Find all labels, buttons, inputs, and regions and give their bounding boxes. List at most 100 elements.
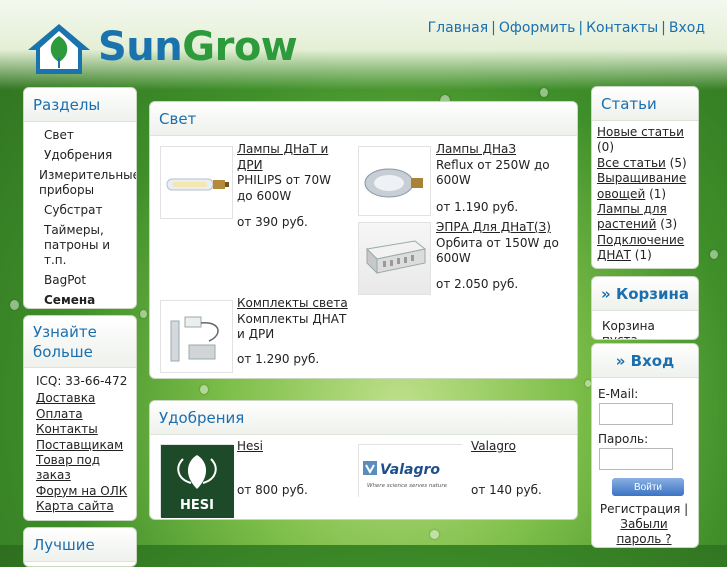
section-link-timers[interactable]: Таймеры, патроны и т.п. bbox=[24, 221, 136, 271]
password-field[interactable] bbox=[599, 448, 673, 470]
product-hesi: Hesi bbox=[237, 439, 263, 455]
email-field[interactable] bbox=[599, 403, 673, 425]
product-desc: Комплекты ДНАТ и ДРИ bbox=[237, 311, 347, 342]
cart-empty-text: Корзина пуста. bbox=[602, 319, 655, 340]
article-link-all[interactable]: Все статьи bbox=[597, 156, 666, 170]
product-name-link[interactable]: ЭПРА Для ДНаТ(З) bbox=[436, 220, 566, 236]
forgot-password-link[interactable]: Забыли пароль ? bbox=[616, 517, 671, 546]
sections-list: Свет Удобрения Измерительные приборы Суб… bbox=[24, 122, 136, 308]
article-link-new[interactable]: Новые статьи bbox=[597, 125, 684, 139]
product-thumb-hesi[interactable]: HESI bbox=[160, 444, 234, 518]
info-link-delivery[interactable]: Доставка bbox=[36, 391, 136, 406]
product-hps-lamp: Лампы ДНаТ и ДРИ PHILIPS от 70W до 600W bbox=[237, 142, 347, 204]
article-item: Новые статьи (0) bbox=[597, 125, 698, 156]
nav-login-link[interactable]: Вход bbox=[669, 20, 705, 36]
product-name-link[interactable]: Valagro bbox=[471, 439, 516, 455]
login-button[interactable]: Войти bbox=[612, 478, 684, 496]
learn-more-title: Узнайте больше bbox=[24, 316, 136, 368]
info-link-payment[interactable]: Оплата bbox=[36, 407, 136, 422]
info-link-forum[interactable]: Форум на ОЛК bbox=[36, 484, 136, 499]
cart-panel: » Корзина Корзина пуста. bbox=[591, 276, 699, 340]
lamp-reflector-icon bbox=[364, 168, 423, 198]
info-link-custom-order[interactable]: Товар под заказ bbox=[36, 453, 136, 484]
valagro-logo-icon: Valagro Where science serves nature bbox=[359, 445, 463, 498]
nav-home-link[interactable]: Главная bbox=[428, 20, 488, 36]
product-thumb-light-kit[interactable] bbox=[160, 300, 233, 373]
article-count: (1) bbox=[649, 186, 667, 201]
section-link-fertilizers[interactable]: Удобрения bbox=[24, 146, 136, 166]
nav-checkout-link[interactable]: Оформить bbox=[499, 20, 576, 36]
icq-number: ICQ: 33-66-472 bbox=[36, 374, 128, 388]
product-name-link[interactable]: Hesi bbox=[237, 439, 263, 455]
water-drop bbox=[430, 530, 439, 539]
section-link-meters[interactable]: Измерительные приборы bbox=[24, 166, 136, 201]
info-link-sitemap[interactable]: Карта сайта bbox=[36, 499, 136, 514]
article-item: Лампы для растений (3) bbox=[597, 202, 698, 233]
logo-house-leaf-icon bbox=[28, 24, 90, 74]
login-links-separator: | bbox=[684, 502, 689, 516]
email-label: E-Mail: bbox=[598, 387, 639, 401]
info-link-suppliers[interactable]: Поставщикам bbox=[36, 438, 136, 453]
hesi-logo-icon: HESI bbox=[161, 445, 234, 518]
nav-separator: | bbox=[491, 20, 496, 36]
product-desc: Reflux от 250W до 600W bbox=[436, 157, 550, 188]
product-price: от 390 руб. bbox=[237, 215, 308, 229]
section-link-bagpot[interactable]: BagPot bbox=[24, 271, 136, 291]
valagro-tagline: Where science serves nature bbox=[367, 483, 448, 489]
product-price: от 800 руб. bbox=[237, 483, 308, 497]
product-thumb-reflux-lamp[interactable] bbox=[358, 146, 431, 216]
product-name-link[interactable]: Лампы ДНаЗ bbox=[436, 142, 556, 158]
password-label: Пароль: bbox=[598, 432, 649, 446]
article-link-plant-lamps[interactable]: Лампы для растений bbox=[597, 202, 667, 231]
nav-separator: | bbox=[578, 20, 584, 36]
info-links-list: ICQ: 33-66-472 Доставка Оплата Контакты … bbox=[24, 368, 136, 515]
article-count: (3) bbox=[660, 217, 678, 232]
cart-title[interactable]: » Корзина bbox=[592, 277, 698, 311]
login-title[interactable]: » Вход bbox=[592, 344, 698, 378]
login-form: E-Mail: Пароль: Войти Регистрация | Забы… bbox=[592, 378, 698, 547]
register-link[interactable]: Регистрация bbox=[600, 502, 680, 516]
product-desc: PHILIPS от 70W до 600W bbox=[237, 173, 331, 203]
best-title: Лучшие bbox=[24, 528, 136, 562]
light-category-panel: Свет Лампы ДНаТ и ДРИ PHILIPS от 70W до … bbox=[149, 101, 578, 379]
top-navigation: Главная | Оформить | Контакты | Вход bbox=[428, 20, 705, 36]
product-thumb-ballast[interactable] bbox=[358, 222, 431, 295]
water-drop bbox=[200, 385, 208, 394]
product-thumb-hps-lamp[interactable] bbox=[160, 146, 233, 219]
product-name-link[interactable]: Лампы ДНаТ и ДРИ bbox=[237, 142, 347, 173]
product-price: от 2.050 руб. bbox=[436, 277, 519, 291]
section-link-light[interactable]: Свет bbox=[24, 126, 136, 146]
nav-separator: | bbox=[661, 20, 666, 36]
logo-grow-text: Grow bbox=[182, 24, 298, 70]
article-item: Выращивание овощей (1) bbox=[597, 171, 698, 202]
fertilizers-category-panel: Удобрения HESI Hesi от 800 руб. Valagro … bbox=[149, 400, 578, 520]
product-name-link[interactable]: Комплекты света bbox=[237, 296, 357, 312]
product-thumb-valagro[interactable]: Valagro Where science serves nature bbox=[358, 444, 463, 498]
valagro-logo-text: Valagro bbox=[380, 462, 440, 478]
water-drop bbox=[140, 310, 147, 318]
section-link-seeds[interactable]: Семена bbox=[24, 291, 136, 308]
section-link-substrate[interactable]: Субстрат bbox=[24, 201, 136, 221]
sections-panel: Разделы Свет Удобрения Измерительные при… bbox=[23, 87, 137, 309]
ballast-box-icon bbox=[365, 240, 427, 275]
nav-contacts-link[interactable]: Контакты bbox=[586, 20, 658, 36]
info-link-contacts[interactable]: Контакты bbox=[36, 422, 136, 437]
article-count: (1) bbox=[634, 248, 652, 263]
product-light-kit: Комплекты света Комплекты ДНАТ и ДРИ bbox=[237, 296, 357, 343]
sections-title: Разделы bbox=[24, 88, 136, 122]
articles-list: Новые статьи (0) Все статьи (5) Выращива… bbox=[592, 121, 698, 264]
learn-more-panel: Узнайте больше ICQ: 33-66-472 Доставка О… bbox=[23, 315, 137, 521]
article-item: Подключение ДНАТ (1) bbox=[597, 233, 698, 264]
article-link-vegetables[interactable]: Выращивание овощей bbox=[597, 171, 686, 200]
product-ballast: ЭПРА Для ДНаТ(З) Орбита от 150W до 600W bbox=[436, 220, 566, 267]
product-valagro: Valagro bbox=[471, 439, 516, 455]
product-price: от 140 руб. bbox=[471, 483, 542, 497]
site-logo[interactable]: SunGrow bbox=[26, 22, 326, 78]
logo-wordmark: SunGrow bbox=[98, 24, 298, 70]
article-count: (0) bbox=[597, 140, 614, 155]
product-price: от 1.190 руб. bbox=[436, 200, 519, 214]
lamp-tube-icon bbox=[166, 178, 229, 191]
hesi-logo-text: HESI bbox=[180, 498, 214, 513]
water-drop bbox=[540, 88, 548, 97]
article-item: Все статьи (5) bbox=[597, 156, 698, 171]
